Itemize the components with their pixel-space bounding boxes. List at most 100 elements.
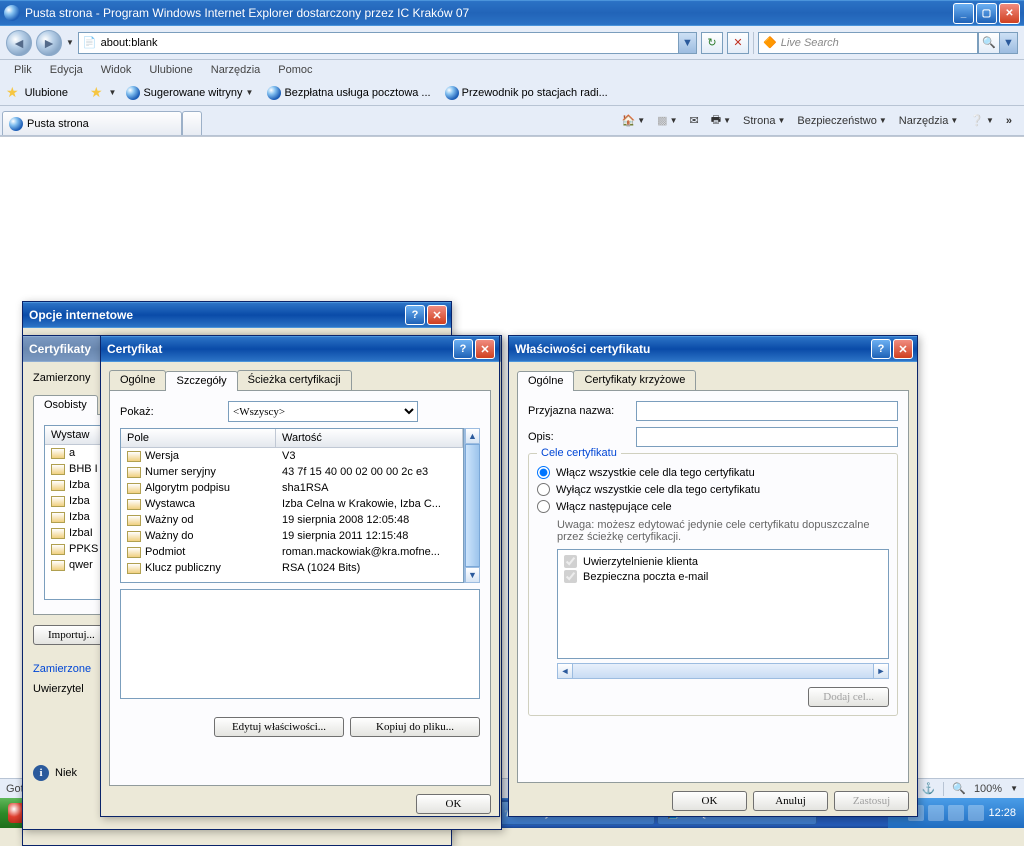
new-tab-button[interactable] — [182, 111, 202, 135]
copy-to-file-button[interactable]: Kopiuj do pliku... — [350, 717, 480, 737]
fav-link-guide[interactable]: Przewodnik po stacjach radi... — [441, 84, 612, 102]
tray-icon[interactable] — [928, 805, 944, 821]
maximize-button[interactable]: ▢ — [976, 3, 997, 24]
favorites-star-icon: ★ — [6, 84, 19, 101]
description-label: Opis: — [528, 431, 628, 443]
menu-file[interactable]: Plik — [6, 62, 40, 78]
mail-button[interactable]: ✉ — [686, 112, 703, 129]
scroll-right[interactable]: ► — [873, 663, 889, 679]
ok-button[interactable]: OK — [672, 791, 747, 811]
address-bar[interactable]: 📄 about:blank — [78, 32, 679, 54]
friendly-name-input[interactable] — [636, 401, 898, 421]
page-menu[interactable]: Strona▼ — [739, 113, 789, 129]
back-button[interactable]: ◄ — [6, 30, 32, 56]
show-combo[interactable]: <Wszyscy> — [228, 401, 418, 422]
close-button[interactable]: ✕ — [999, 3, 1020, 24]
cert-field-row[interactable]: Klucz publicznyRSA (1024 Bits) — [121, 560, 463, 576]
cert-field-row[interactable]: Ważny do19 sierpnia 2011 12:15:48 — [121, 528, 463, 544]
col-field[interactable]: Pole — [121, 429, 276, 447]
cert-purposes-legend: Cele certyfikatu — [537, 447, 621, 459]
scroll-track[interactable] — [573, 663, 873, 679]
favorites-label[interactable]: Ulubione — [25, 87, 68, 99]
scroll-down[interactable]: ▼ — [465, 567, 480, 583]
zoom-dropdown[interactable]: ▼ — [1010, 784, 1018, 793]
menu-help[interactable]: Pomoc — [270, 62, 320, 78]
clock[interactable]: 12:28 — [988, 807, 1016, 819]
import-button[interactable]: Importuj... — [33, 625, 110, 645]
description-input[interactable] — [636, 427, 898, 447]
tab-details[interactable]: Szczegóły — [165, 371, 237, 391]
menu-view[interactable]: Widok — [93, 62, 140, 78]
apply-button: Zastosuj — [834, 791, 909, 811]
help-button[interactable]: ❔▼ — [966, 112, 998, 129]
tray-icon[interactable] — [968, 805, 984, 821]
scroll-thumb[interactable] — [465, 444, 480, 567]
add-favorite-icon[interactable]: ★ — [90, 84, 103, 101]
tray-icon[interactable] — [948, 805, 964, 821]
radio-enable-following[interactable] — [537, 500, 550, 513]
forward-button[interactable]: ► — [36, 30, 62, 56]
dialog-help-button[interactable]: ? — [453, 339, 473, 359]
cert-field-row[interactable]: Podmiotroman.mackowiak@kra.mofne... — [121, 544, 463, 560]
field-value-textarea[interactable] — [120, 589, 480, 699]
stop-button[interactable]: ✕ — [727, 32, 749, 54]
tools-menu[interactable]: Narzędzia▼ — [895, 113, 962, 129]
cert-field-row[interactable]: WersjaV3 — [121, 448, 463, 464]
dialog-help-button[interactable]: ? — [405, 305, 425, 325]
cancel-button[interactable]: Anuluj — [753, 791, 828, 811]
print-button[interactable]: 🖶▼ — [707, 109, 735, 132]
tab-personal[interactable]: Osobisty — [33, 395, 98, 415]
search-dropdown[interactable]: ▼ — [1000, 32, 1018, 54]
scrollbar[interactable]: ▲ ▼ — [464, 428, 480, 583]
safety-menu[interactable]: Bezpieczeństwo▼ — [793, 113, 890, 129]
cert-icon — [51, 448, 65, 459]
search-input[interactable]: 🔶 Live Search — [758, 32, 978, 54]
zoom-text[interactable]: 100% — [974, 783, 1002, 795]
ok-button[interactable]: OK — [416, 794, 491, 814]
nav-history-dropdown[interactable]: ▼ — [66, 38, 74, 47]
horizontal-scrollbar[interactable]: ◄ ► — [557, 663, 889, 679]
menu-edit[interactable]: Edycja — [42, 62, 91, 78]
menu-favorites[interactable]: Ulubione — [141, 62, 200, 78]
dialog-close-button[interactable]: ✕ — [475, 339, 495, 359]
cert-field-row[interactable]: Numer seryjny43 7f 15 40 00 02 00 00 2c … — [121, 464, 463, 480]
field-icon — [127, 515, 141, 526]
add-favorite-dropdown[interactable]: ▼ — [109, 88, 117, 97]
certificate-dialog: Certyfikat ? ✕ Ogólne Szczegóły Ścieżka … — [100, 335, 500, 817]
menu-tools[interactable]: Narzędzia — [203, 62, 269, 78]
feeds-button[interactable]: ▩▼ — [653, 112, 681, 129]
tab-general[interactable]: Ogólne — [109, 370, 166, 390]
browser-tab[interactable]: Pusta strona — [2, 111, 182, 135]
refresh-button[interactable]: ↻ — [701, 32, 723, 54]
radio-disable-all[interactable] — [537, 483, 550, 496]
purposes-list: Uwierzytelnienie klienta Bezpieczna pocz… — [557, 549, 889, 659]
search-button[interactable]: 🔍 — [978, 32, 1000, 54]
printer-icon: 🖶 — [711, 111, 721, 130]
dialog-close-button[interactable]: ✕ — [427, 305, 447, 325]
protected-mode-icon[interactable]: ⚓ — [922, 782, 936, 795]
fav-link-mail[interactable]: Bezpłatna usługa pocztowa ... — [263, 84, 434, 102]
cert-field-row[interactable]: Ważny od19 sierpnia 2008 12:05:48 — [121, 512, 463, 528]
suggested-sites-link[interactable]: Sugerowane witryny ▼ — [122, 84, 257, 102]
scroll-left[interactable]: ◄ — [557, 663, 573, 679]
dialog-help-button[interactable]: ? — [871, 339, 891, 359]
field-icon — [127, 531, 141, 542]
col-value[interactable]: Wartość — [276, 429, 463, 447]
cert-icon — [51, 480, 65, 491]
radio-enable-all[interactable] — [537, 466, 550, 479]
edit-properties-button[interactable]: Edytuj właściwości... — [214, 717, 344, 737]
scroll-up[interactable]: ▲ — [465, 428, 480, 444]
tab-cross-certs[interactable]: Certyfikaty krzyżowe — [573, 370, 696, 390]
minimize-button[interactable]: _ — [953, 3, 974, 24]
col-issued-to[interactable]: Wystaw — [45, 426, 105, 444]
cert-icon — [51, 464, 65, 475]
dialog-close-button[interactable]: ✕ — [893, 339, 913, 359]
cert-field-row[interactable]: Algorytm podpisusha1RSA — [121, 480, 463, 496]
address-dropdown[interactable]: ▼ — [679, 32, 697, 54]
tab-general[interactable]: Ogólne — [517, 371, 574, 391]
zoom-icon[interactable]: 🔍 — [952, 782, 966, 795]
overflow-button[interactable]: » — [1002, 113, 1016, 129]
home-button[interactable]: 🏠▼ — [618, 112, 650, 129]
tab-certpath[interactable]: Ścieżka certyfikacji — [237, 370, 352, 390]
cert-field-row[interactable]: WystawcaIzba Celna w Krakowie, Izba C... — [121, 496, 463, 512]
